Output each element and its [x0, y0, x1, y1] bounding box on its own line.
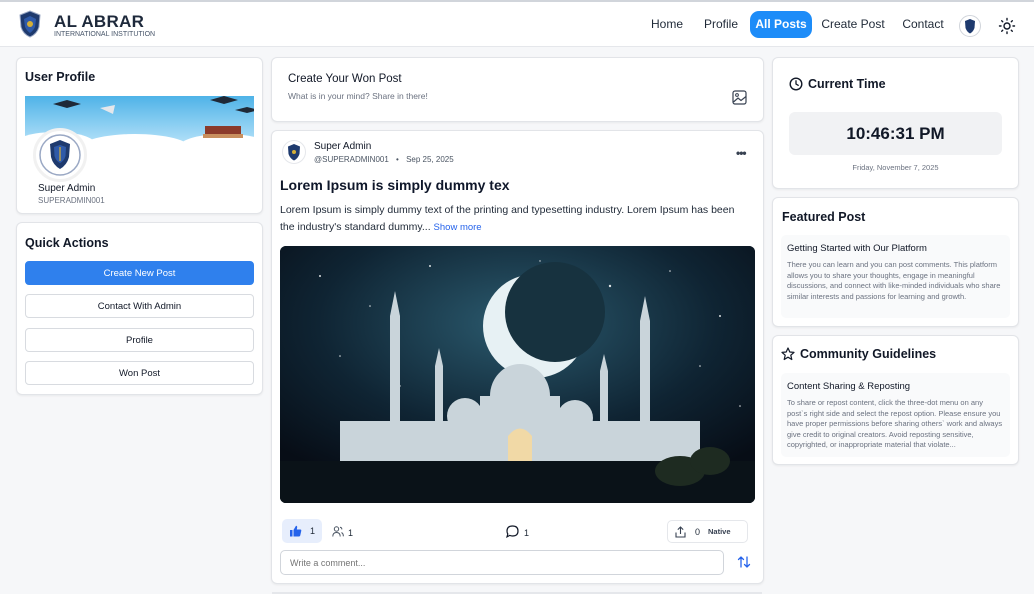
create-post-prompt[interactable]: What is in your mind? Share in there! [288, 91, 428, 101]
brand-name[interactable]: AL ABRAR [54, 12, 144, 32]
mosque-night-image [280, 246, 755, 503]
profile-crest-icon [39, 134, 81, 176]
clock-date: Friday, November 7, 2025 [852, 163, 939, 172]
profile-button[interactable]: Profile [25, 328, 254, 352]
native-badge: Native [708, 527, 731, 536]
guideline-item-title[interactable]: Content Sharing & Reposting [787, 381, 910, 392]
post-image[interactable] [280, 246, 755, 503]
profile-avatar[interactable] [33, 128, 87, 182]
nav-create-post[interactable]: Create Post [821, 11, 885, 38]
create-post-card[interactable]: Create Your Won Post What is in your min… [271, 57, 764, 122]
community-guidelines-title: Community Guidelines [800, 347, 937, 361]
post-date: Sep 25, 2025 [406, 155, 454, 164]
star-icon [781, 347, 795, 361]
brand-subtitle: INTERNATIONAL INSTITUTION [54, 31, 156, 38]
post-card: Super Admin @SUPERADMIN001 • Sep 25, 202… [271, 130, 764, 584]
share-count: 0 [695, 527, 701, 537]
thumbs-up-icon [290, 525, 302, 537]
contact-admin-button[interactable]: Contact With Admin [25, 294, 254, 318]
user-profile-card: User Profile Super Admin SUPERADMIN001 [16, 57, 263, 214]
post-title[interactable]: Lorem Ipsum is simply dummy tex [280, 177, 510, 193]
share-icon [675, 526, 686, 538]
comment-icon[interactable] [506, 525, 519, 538]
clock-icon [789, 77, 803, 91]
show-more-link[interactable]: Show more [434, 222, 482, 233]
featured-post-item[interactable]: Getting Started with Our Platform There … [781, 235, 1010, 318]
avatar-crest-icon [965, 19, 975, 34]
sort-icon[interactable] [736, 554, 752, 570]
comment-count: 1 [524, 528, 530, 538]
create-post-title: Create Your Won Post [288, 73, 402, 85]
featured-post-card: Featured Post Getting Started with Our P… [772, 197, 1019, 327]
like-count: 1 [310, 526, 316, 536]
post-body: Lorem Ipsum is simply dummy text of the … [280, 202, 750, 236]
featured-item-title[interactable]: Getting Started with Our Platform [787, 243, 927, 254]
quick-actions-title: Quick Actions [25, 236, 109, 250]
sun-icon[interactable] [998, 17, 1016, 35]
nav-home[interactable]: Home [645, 11, 689, 38]
reactors-count: 1 [348, 528, 354, 538]
profile-handle: SUPERADMIN001 [38, 196, 105, 205]
quick-actions-card: Quick Actions Create New Post Contact Wi… [16, 222, 263, 395]
nav-profile[interactable]: Profile [700, 11, 742, 38]
current-time-card: Current Time 10:46:31 PM Friday, Novembe… [772, 57, 1019, 189]
comment-input[interactable] [280, 550, 724, 575]
user-avatar[interactable] [959, 15, 981, 37]
logo-badge-icon[interactable] [18, 10, 42, 38]
current-time-title: Current Time [808, 77, 886, 91]
clock-display: 10:46:31 PM [789, 112, 1002, 155]
post-author-handle[interactable]: @SUPERADMIN001 [314, 155, 389, 164]
won-post-button[interactable]: Won Post [25, 361, 254, 385]
post-author-crest-icon [288, 144, 300, 161]
image-upload-icon[interactable] [732, 90, 747, 105]
nav-contact[interactable]: Contact [898, 11, 948, 38]
post-author-name[interactable]: Super Admin [314, 141, 371, 152]
top-navbar: AL ABRAR INTERNATIONAL INSTITUTION Home … [0, 2, 1034, 47]
share-button[interactable]: 0 Native [667, 520, 748, 543]
featured-item-text: There you can learn and you can post com… [787, 260, 1001, 301]
profile-name: Super Admin [38, 183, 96, 194]
post-author-avatar[interactable] [282, 140, 306, 164]
guideline-item-text: To share or repost content, click the th… [787, 398, 1003, 450]
nav-all-posts[interactable]: All Posts [750, 11, 812, 38]
meta-separator: • [396, 155, 399, 164]
community-guidelines-card: Community Guidelines Content Sharing & R… [772, 335, 1019, 465]
post-meta: @SUPERADMIN001 • Sep 25, 2025 [314, 155, 454, 164]
like-button[interactable]: 1 [282, 519, 322, 543]
featured-post-title: Featured Post [782, 210, 866, 224]
user-profile-title: User Profile [25, 70, 96, 84]
guideline-item[interactable]: Content Sharing & Reposting To share or … [781, 373, 1010, 457]
reactors-icon[interactable] [332, 526, 344, 537]
more-options-icon[interactable]: ••• [736, 146, 747, 160]
create-new-post-button[interactable]: Create New Post [25, 261, 254, 285]
post-body-text: Lorem Ipsum is simply dummy text of the … [280, 204, 735, 233]
